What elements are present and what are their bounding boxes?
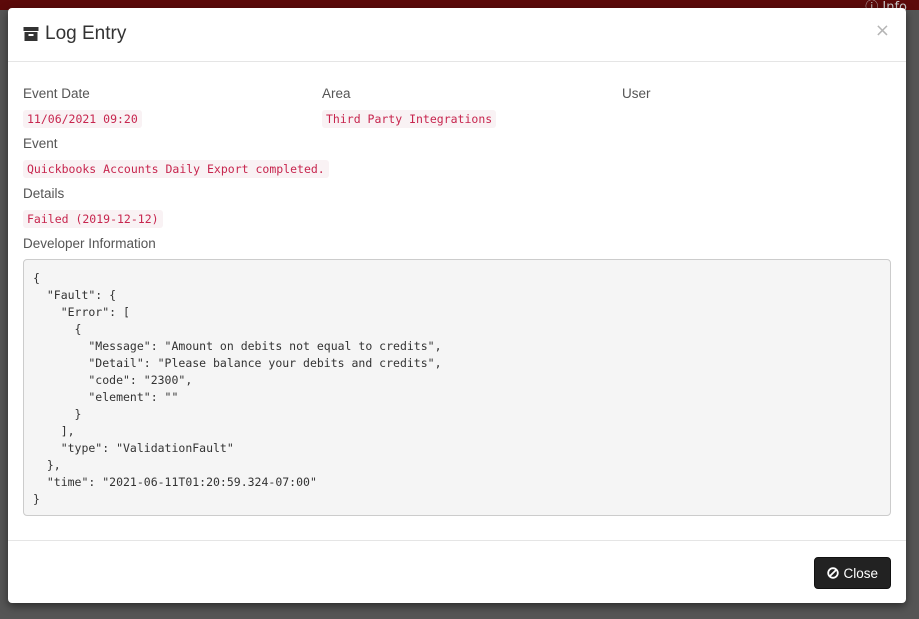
details-label: Details	[23, 186, 65, 201]
developer-information-code: { "Fault": { "Error": [ { "Message": "Am…	[23, 259, 891, 516]
area-label: Area	[322, 86, 351, 101]
modal-title: Log Entry	[23, 23, 126, 45]
log-entry-modal: Log Entry × Event Date 11/06/2021 09:20 …	[8, 8, 906, 603]
close-button[interactable]: Close	[814, 557, 891, 589]
event-value: Quickbooks Accounts Daily Export complet…	[23, 160, 329, 178]
event-label: Event	[23, 136, 58, 151]
archive-icon	[23, 27, 39, 41]
modal-header: Log Entry ×	[8, 8, 906, 62]
modal-title-text: Log Entry	[45, 23, 127, 44]
details-value: Failed (2019-12-12)	[23, 210, 163, 228]
developer-information-label: Developer Information	[23, 236, 156, 251]
modal-footer: Close	[8, 540, 906, 603]
area-value: Third Party Integrations	[322, 110, 497, 128]
close-button-label: Close	[843, 565, 878, 581]
user-label: User	[622, 86, 651, 101]
event-date-value: 11/06/2021 09:20	[23, 110, 142, 128]
event-date-label: Event Date	[23, 86, 90, 101]
close-icon[interactable]: ×	[875, 20, 890, 41]
ban-icon	[827, 567, 840, 579]
